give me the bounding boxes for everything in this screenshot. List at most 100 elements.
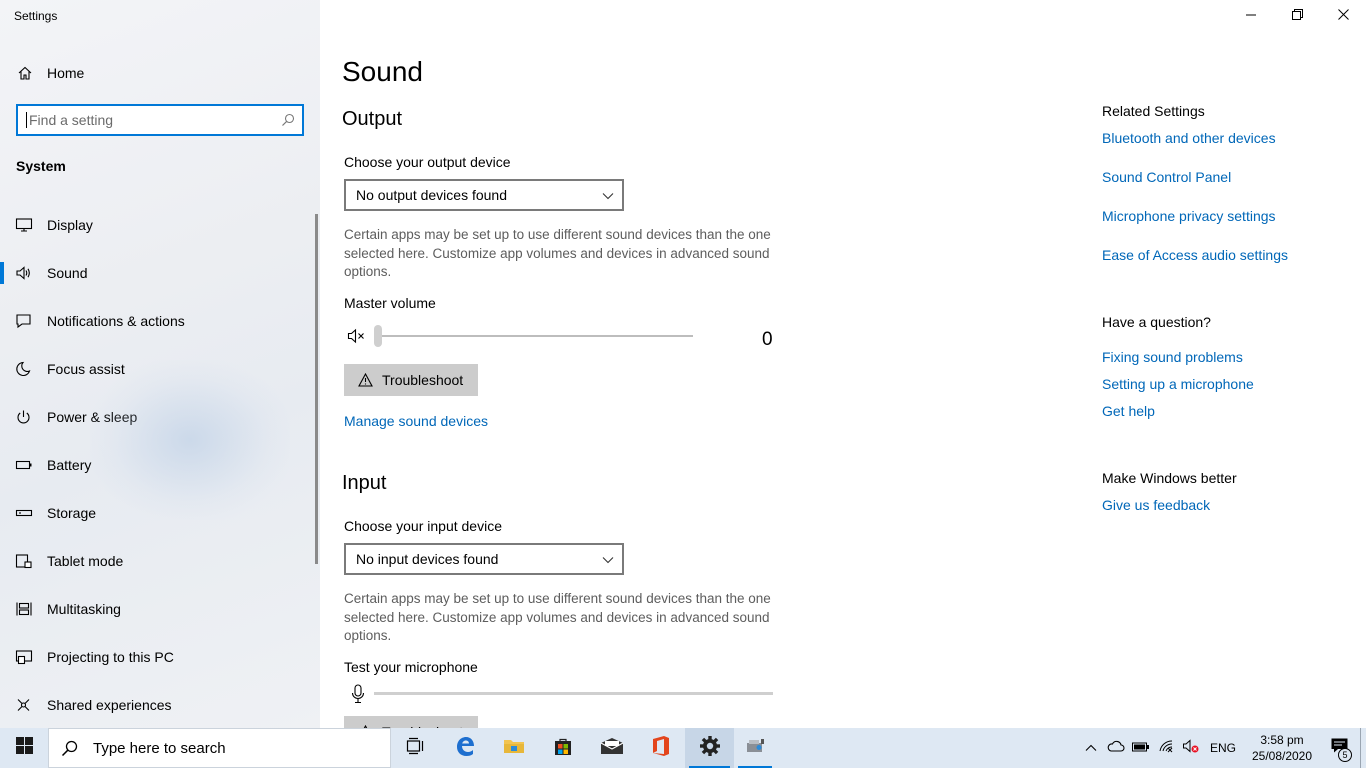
sidebar-item-projecting[interactable]: Projecting to this PC bbox=[0, 633, 320, 681]
get-help-link[interactable]: Get help bbox=[1102, 403, 1155, 419]
sidebar-item-label: Shared experiences bbox=[47, 697, 172, 713]
sidebar-item-sound[interactable]: Sound bbox=[0, 249, 320, 297]
sound-control-panel-link[interactable]: Sound Control Panel bbox=[1102, 169, 1231, 185]
microphone-icon bbox=[351, 684, 365, 709]
sidebar-item-label: Notifications & actions bbox=[47, 313, 185, 329]
sidebar-item-label: Display bbox=[47, 217, 93, 233]
battery-icon bbox=[1132, 739, 1150, 757]
home-label: Home bbox=[47, 65, 85, 81]
app-title: Settings bbox=[14, 9, 58, 23]
output-device-dropdown[interactable]: No output devices found bbox=[344, 179, 624, 211]
manage-sound-devices-link[interactable]: Manage sound devices bbox=[344, 413, 488, 429]
sidebar-item-label: Power & sleep bbox=[47, 409, 138, 425]
sidebar-item-label: Multitasking bbox=[47, 601, 121, 617]
power-icon bbox=[14, 407, 34, 427]
storage-icon bbox=[14, 503, 34, 523]
give-feedback-link[interactable]: Give us feedback bbox=[1102, 497, 1210, 513]
microphone-level-bar bbox=[374, 692, 773, 695]
find-setting-input[interactable] bbox=[26, 112, 276, 128]
close-button[interactable] bbox=[1320, 0, 1366, 32]
sidebar-item-label: Projecting to this PC bbox=[47, 649, 174, 665]
sidebar-item-multitasking[interactable]: Multitasking bbox=[0, 585, 320, 633]
sidebar-item-label: Tablet mode bbox=[47, 553, 124, 569]
search-icon bbox=[61, 739, 79, 757]
chevron-up-icon bbox=[1085, 739, 1097, 757]
network-button[interactable] bbox=[1154, 728, 1179, 768]
search-icon[interactable] bbox=[280, 112, 296, 133]
office-icon bbox=[651, 735, 671, 762]
battery-icon bbox=[14, 455, 34, 475]
action-center-button[interactable]: 5 bbox=[1320, 728, 1360, 768]
start-button[interactable] bbox=[0, 728, 48, 768]
edge-app[interactable] bbox=[440, 728, 489, 768]
fixing-sound-problems-link[interactable]: Fixing sound problems bbox=[1102, 349, 1243, 365]
troubleshoot-button[interactable]: Troubleshoot bbox=[344, 364, 478, 396]
input-device-value: No input devices found bbox=[356, 551, 499, 567]
store-app[interactable] bbox=[538, 728, 587, 768]
wifi-icon bbox=[1158, 739, 1174, 758]
show-hidden-icons-button[interactable] bbox=[1079, 728, 1104, 768]
bluetooth-devices-link[interactable]: Bluetooth and other devices bbox=[1102, 130, 1276, 146]
onedrive-button[interactable] bbox=[1104, 728, 1129, 768]
input-troubleshoot-button[interactable]: Troubleshoot bbox=[344, 716, 478, 728]
mail-app[interactable] bbox=[587, 728, 636, 768]
make-windows-better-heading: Make Windows better bbox=[1102, 470, 1237, 486]
input-heading: Input bbox=[342, 472, 387, 494]
sidebar-item-home[interactable]: Home bbox=[0, 58, 320, 88]
window-controls bbox=[1228, 0, 1366, 32]
multitasking-icon bbox=[14, 599, 34, 619]
ease-of-access-audio-link[interactable]: Ease of Access audio settings bbox=[1102, 247, 1288, 263]
office-app[interactable] bbox=[636, 728, 685, 768]
warning-icon bbox=[358, 373, 373, 387]
sidebar-item-display[interactable]: Display bbox=[0, 201, 320, 249]
sidebar-item-power-sleep[interactable]: Power & sleep bbox=[0, 393, 320, 441]
main-content: Sound Output Choose your output device N… bbox=[320, 0, 1366, 728]
input-language[interactable]: ENG bbox=[1210, 741, 1236, 755]
file-explorer-app[interactable] bbox=[489, 728, 538, 768]
store-bag-icon bbox=[553, 736, 573, 761]
moon-icon bbox=[14, 359, 34, 379]
output-description: Certain apps may be set up to use differ… bbox=[344, 227, 771, 279]
input-description: Certain apps may be set up to use differ… bbox=[344, 591, 771, 643]
master-volume-value: 0 bbox=[762, 329, 773, 350]
master-volume-track[interactable] bbox=[376, 335, 693, 337]
settings-app[interactable] bbox=[685, 728, 734, 768]
task-view-button[interactable] bbox=[391, 728, 440, 768]
output-device-value: No output devices found bbox=[356, 187, 507, 203]
sidebar-item-tablet-mode[interactable]: Tablet mode bbox=[0, 537, 320, 585]
setting-up-microphone-link[interactable]: Setting up a microphone bbox=[1102, 376, 1254, 392]
task-view-icon bbox=[406, 737, 426, 760]
sidebar-item-battery[interactable]: Battery bbox=[0, 441, 320, 489]
media-app[interactable] bbox=[734, 728, 776, 768]
clock[interactable]: 3:58 pm 25/08/2020 bbox=[1244, 732, 1320, 764]
clock-time: 3:58 pm bbox=[1260, 733, 1304, 747]
taskbar-search-placeholder: Type here to search bbox=[93, 739, 226, 757]
sidebar-item-shared-experiences[interactable]: Shared experiences bbox=[0, 681, 320, 728]
battery-status-button[interactable] bbox=[1129, 728, 1154, 768]
restore-button[interactable] bbox=[1274, 0, 1320, 32]
taskbar: Type here to search ENG 3:58 pm 25/08/20… bbox=[0, 728, 1366, 768]
sidebar-item-focus-assist[interactable]: Focus assist bbox=[0, 345, 320, 393]
input-device-dropdown[interactable]: No input devices found bbox=[344, 543, 624, 575]
show-desktop-button[interactable] bbox=[1360, 728, 1366, 768]
sidebar-item-label: Focus assist bbox=[47, 361, 125, 377]
sidebar-item-storage[interactable]: Storage bbox=[0, 489, 320, 537]
restore-icon bbox=[1291, 7, 1303, 25]
shared-icon bbox=[14, 695, 34, 715]
master-volume-label: Master volume bbox=[344, 295, 436, 311]
speaker-muted-icon[interactable] bbox=[347, 327, 367, 350]
taskbar-search-box[interactable]: Type here to search bbox=[48, 728, 391, 768]
tablet-icon bbox=[14, 551, 34, 571]
volume-button[interactable] bbox=[1179, 728, 1204, 768]
find-setting-search[interactable] bbox=[16, 104, 304, 136]
notification-count-badge: 5 bbox=[1338, 748, 1352, 762]
chevron-down-icon bbox=[602, 187, 614, 203]
minimize-button[interactable] bbox=[1228, 0, 1274, 32]
mail-icon bbox=[600, 737, 624, 760]
master-volume-thumb[interactable] bbox=[374, 325, 382, 347]
sidebar-scrollbar[interactable] bbox=[315, 214, 318, 564]
microphone-privacy-link[interactable]: Microphone privacy settings bbox=[1102, 208, 1276, 224]
question-heading: Have a question? bbox=[1102, 314, 1211, 330]
input-device-label: Choose your input device bbox=[344, 518, 502, 534]
sidebar-item-notifications[interactable]: Notifications & actions bbox=[0, 297, 320, 345]
